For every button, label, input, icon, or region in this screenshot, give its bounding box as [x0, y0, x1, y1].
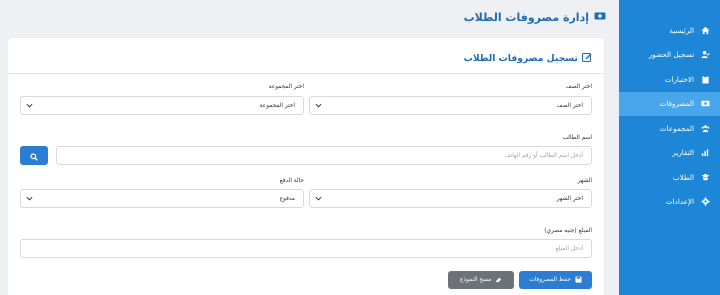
- page-title-text: إدارة مصروفات الطلاب: [463, 11, 589, 24]
- form-title: تسجيل مصروفات الطلاب: [464, 52, 592, 65]
- sidebar-item-label: المصروفات: [659, 99, 694, 109]
- payment-status-select[interactable]: مدفوع: [20, 189, 304, 208]
- sidebar-item-label: الرئيسية: [669, 25, 694, 35]
- chevron-down-icon: [26, 102, 33, 109]
- sidebar-item-label: الاختبارات: [664, 74, 694, 84]
- home-icon: [700, 25, 710, 35]
- edit-icon: [582, 52, 592, 65]
- month-select[interactable]: اختر الشهر: [309, 189, 592, 208]
- student-search-input[interactable]: أدخل اسم الطالب أو رقم الهاتف: [56, 146, 592, 165]
- month-label: الشهر: [577, 178, 592, 184]
- sidebar-item-groups[interactable]: المجموعات: [619, 116, 720, 141]
- clipboard-icon: [700, 74, 710, 84]
- clear-button-label: مسح النموذج: [459, 277, 492, 283]
- sidebar-item-students[interactable]: الطلاب: [619, 165, 720, 190]
- group-label: اختر المجموعة: [268, 84, 304, 90]
- sidebar-item-attendance[interactable]: تسجيل الحضور: [619, 43, 720, 68]
- search-button[interactable]: [20, 146, 48, 165]
- sidebar-item-label: الطلاب: [672, 172, 694, 182]
- divider: [8, 73, 604, 74]
- sidebar: الرئيسية تسجيل الحضور الاختبارات المصروف…: [619, 0, 720, 295]
- page-title: إدارة مصروفات الطلاب: [464, 10, 606, 25]
- grade-select-value: اختر الصف: [556, 102, 583, 109]
- sidebar-item-expenses[interactable]: المصروفات: [619, 91, 720, 116]
- grade-select[interactable]: اختر الصف: [309, 96, 592, 115]
- money-icon: [594, 10, 606, 25]
- user-check-icon: [700, 50, 710, 60]
- chevron-down-icon: [315, 102, 322, 109]
- clear-form-button[interactable]: مسح النموذج: [448, 271, 514, 289]
- save-button-label: حفظ المصروفات: [529, 277, 571, 283]
- amount-input[interactable]: أدخل المبلغ: [20, 239, 592, 258]
- chevron-down-icon: [26, 195, 33, 202]
- month-select-value: اختر الشهر: [556, 195, 583, 202]
- sidebar-item-label: المجموعات: [659, 123, 694, 133]
- sidebar-item-label: الإعدادات: [665, 197, 694, 207]
- payment-status-value: مدفوع: [279, 195, 295, 202]
- student-label: اسم الطالب: [562, 135, 592, 141]
- grade-label: اختر الصف: [565, 84, 592, 90]
- chart-icon: [700, 148, 710, 158]
- sidebar-item-home[interactable]: الرئيسية: [619, 18, 720, 43]
- sidebar-item-settings[interactable]: الإعدادات: [619, 190, 720, 215]
- group-select-value: اختر المجموعة: [259, 102, 295, 109]
- expenses-form-card: تسجيل مصروفات الطلاب اختر الصف اختر الصف…: [8, 38, 604, 295]
- form-title-text: تسجيل مصروفات الطلاب: [463, 53, 578, 64]
- amount-label: المبلغ (جنيه مصري): [544, 228, 592, 234]
- sidebar-item-reports[interactable]: التقارير: [619, 141, 720, 166]
- search-icon: [30, 146, 38, 165]
- payment-status-label: حالة الدفع: [279, 178, 304, 184]
- student-icon: [700, 172, 710, 182]
- chevron-down-icon: [315, 195, 322, 202]
- money-icon: [700, 99, 710, 109]
- save-expenses-button[interactable]: حفظ المصروفات: [519, 271, 592, 289]
- users-icon: [700, 123, 710, 133]
- eraser-icon: [495, 276, 502, 285]
- save-icon: [575, 275, 582, 285]
- gear-icon: [700, 197, 710, 207]
- sidebar-item-label: التقارير: [672, 148, 694, 158]
- group-select[interactable]: اختر المجموعة: [20, 96, 304, 115]
- sidebar-item-label: تسجيل الحضور: [648, 50, 694, 60]
- sidebar-menu: الرئيسية تسجيل الحضور الاختبارات المصروف…: [619, 18, 720, 214]
- sidebar-item-exams[interactable]: الاختبارات: [619, 67, 720, 92]
